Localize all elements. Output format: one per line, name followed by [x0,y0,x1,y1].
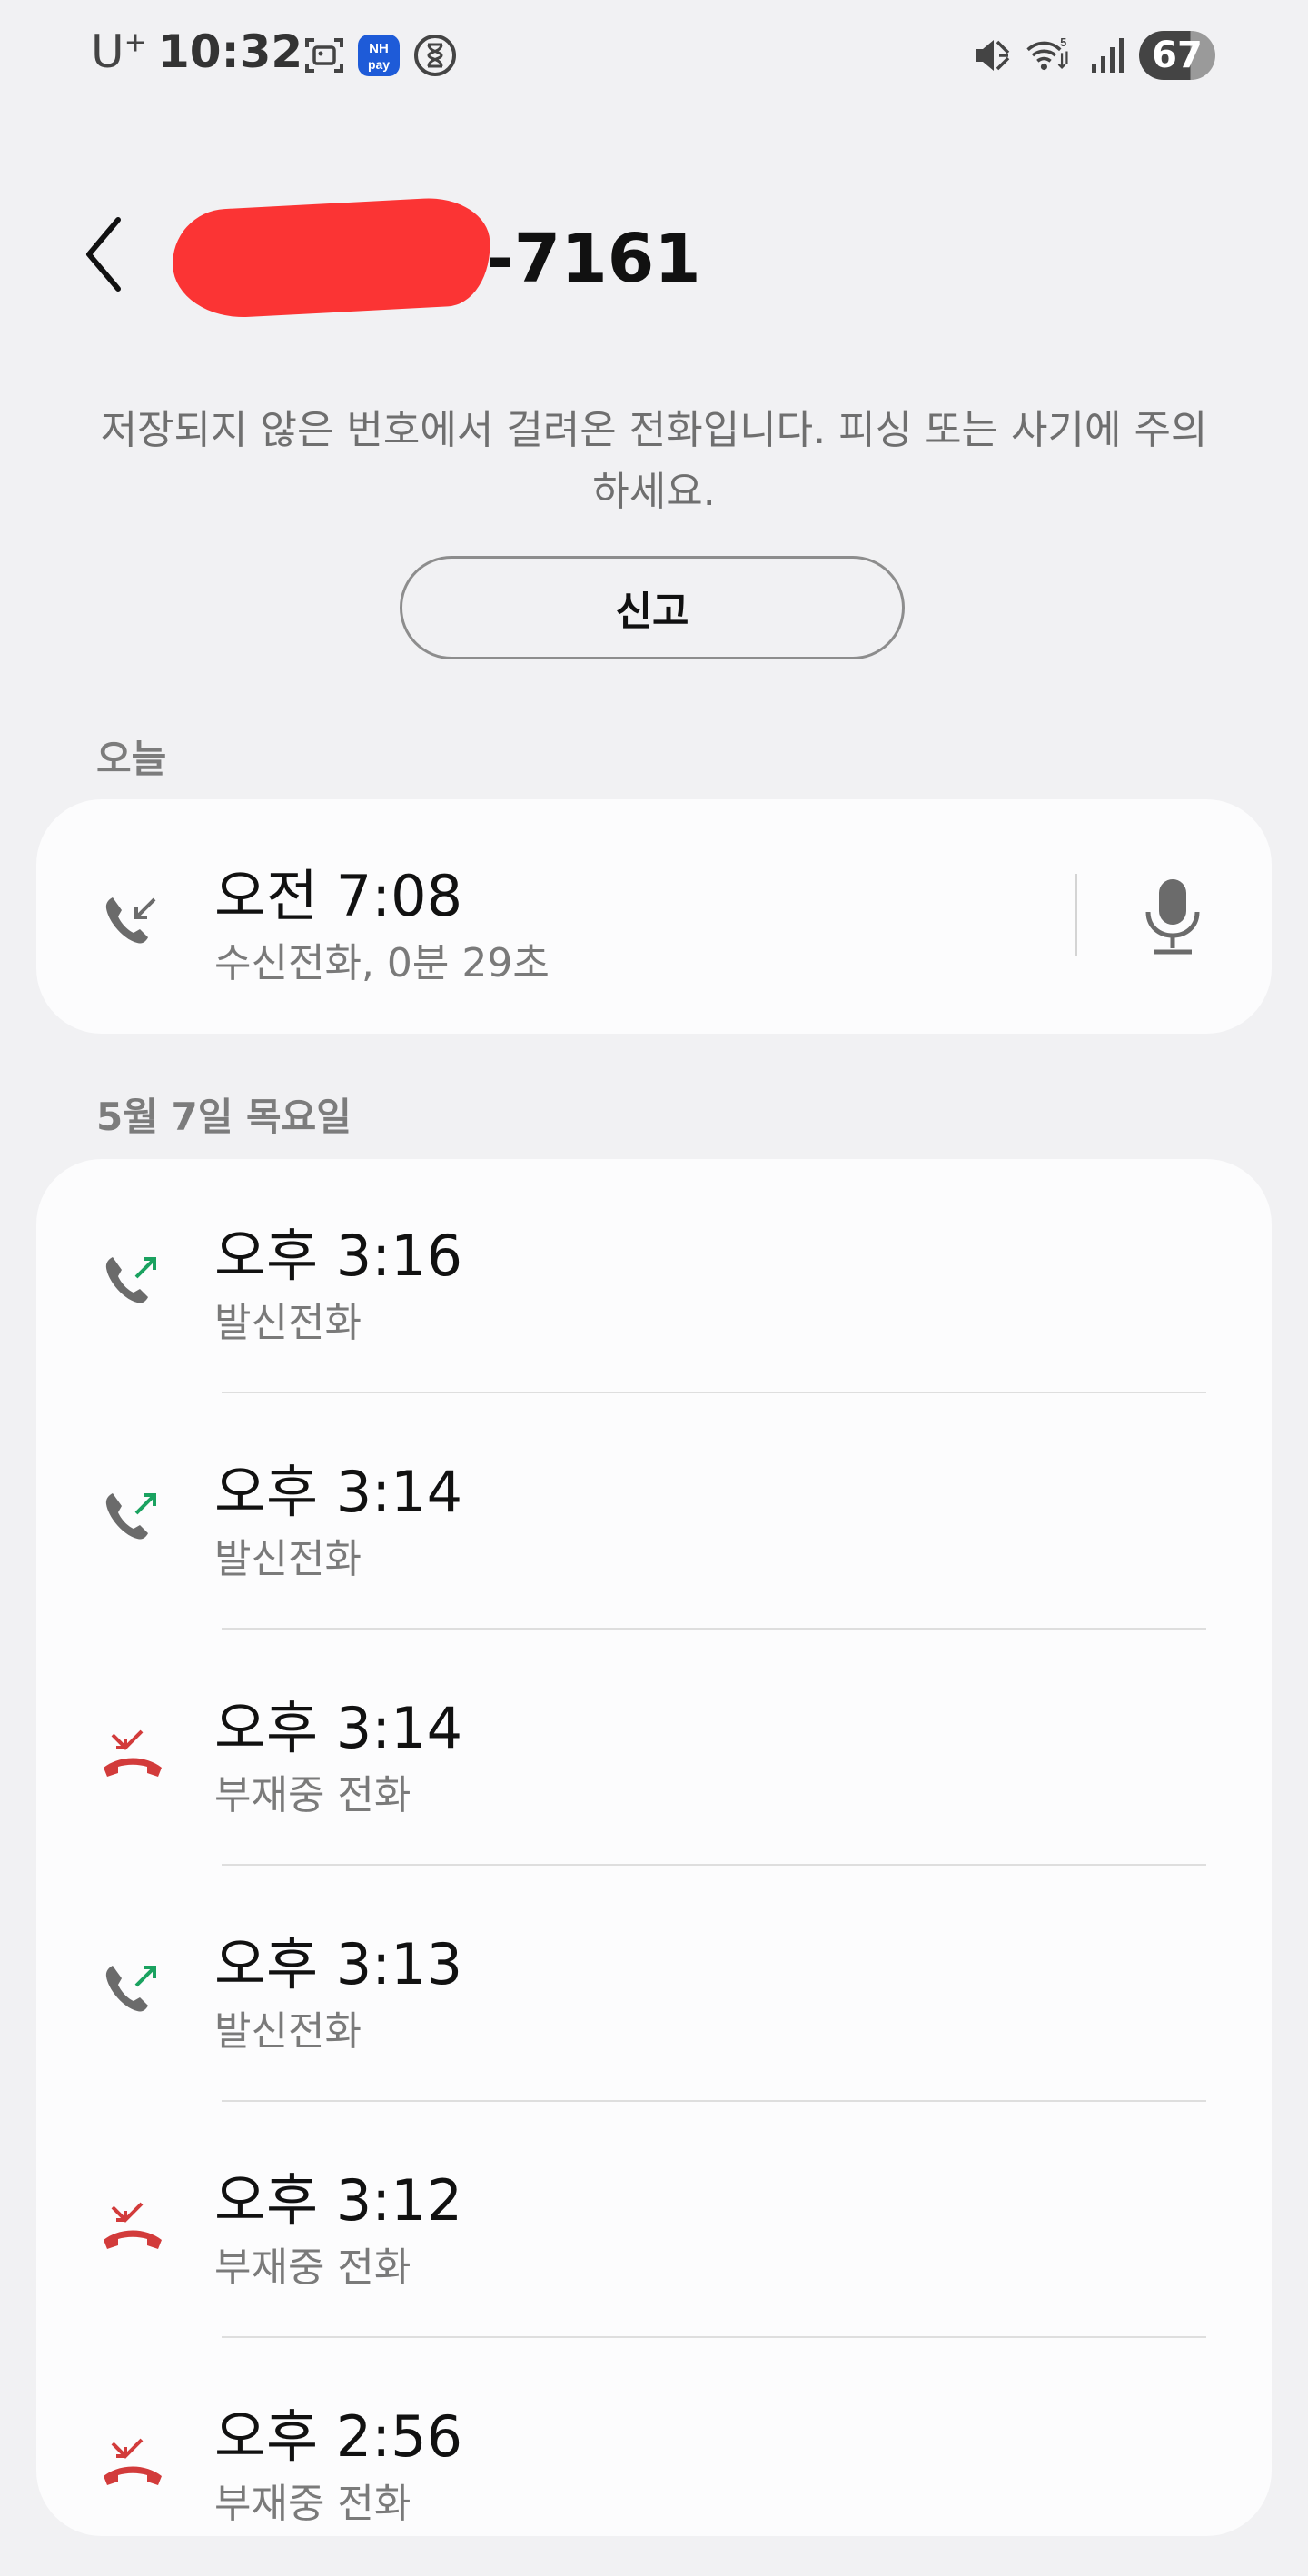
signal-icon [1092,38,1124,73]
row-divider [222,1864,1206,1866]
redaction-mark [170,194,493,322]
hourglass-icon [414,35,456,76]
nh-pay-icon: NH pay [358,35,400,76]
call-type: 부재중 전화 [214,1772,411,1818]
back-chevron-icon[interactable] [76,207,134,302]
call-row[interactable]: 오후 3:14 발신전화 [36,1395,1272,1631]
svg-text:pay: pay [368,57,390,72]
call-time: 오후 3:13 [214,1931,463,1997]
wifi-icon: 5 [1026,36,1068,71]
row-divider [222,2336,1206,2338]
svg-text:NH: NH [369,41,389,56]
call-type: 발신전화 [214,2008,362,2055]
row-divider [222,1628,1206,1630]
call-time: 오후 3:12 [214,2167,463,2234]
call-row[interactable]: 오후 3:13 발신전화 [36,1868,1272,2104]
call-row[interactable]: 오전 7:08 수신전화, 0분 29초 [36,799,1272,1034]
call-card-today: 오전 7:08 수신전화, 0분 29초 [36,799,1272,1034]
call-time: 오후 3:14 [214,1459,463,1525]
section-label-today: 오늘 [96,737,167,781]
screenshot-icon [305,38,343,73]
carrier-label: U+ [91,25,147,78]
call-row[interactable]: 오후 3:16 발신전화 [36,1159,1272,1395]
call-card-may7: 오후 3:16 발신전화 오후 3:14 발신전화 오후 3:14 부재중 전화… [36,1159,1272,2536]
call-time: 오후 3:16 [214,1223,463,1289]
call-time: 오후 2:56 [214,2403,463,2470]
outgoing-call-icon [105,1257,156,1303]
status-time: 10:32 [158,25,303,78]
incoming-call-icon [105,897,156,944]
row-separator [1075,874,1077,956]
missed-call-icon [104,2202,162,2249]
row-divider [222,1392,1206,1393]
report-button[interactable]: 신고 [400,556,905,659]
microphone-icon[interactable] [1132,872,1214,963]
phone-number-suffix: -7161 [486,220,701,298]
row-divider [222,2100,1206,2102]
call-row[interactable]: 오후 3:14 부재중 전화 [36,1631,1272,1868]
unsaved-number-warning: 저장되지 않은 번호에서 걸려온 전화입니다. 피싱 또는 사기에 주의하세요. [100,407,1208,515]
call-type: 부재중 전화 [214,2244,411,2291]
call-type: 발신전화 [214,1300,362,1346]
section-label-may7: 5월 7일 목요일 [96,1095,352,1139]
mute-icon [976,40,1010,71]
call-type: 부재중 전화 [214,2481,411,2527]
outgoing-call-icon [105,1493,156,1540]
missed-call-icon [104,1729,162,1777]
contact-title: -7161 [170,194,808,322]
status-bar: U+ 10:32 NH pay 5 67 [0,0,1308,113]
svg-text:5: 5 [1060,36,1066,49]
missed-call-icon [104,2438,162,2485]
call-row[interactable]: 오후 2:56 부재중 전화 [36,2340,1272,2576]
call-type: 발신전화 [214,1536,362,1582]
call-time: 오후 3:14 [214,1695,463,1761]
outgoing-call-icon [105,1966,156,2012]
call-type: 수신전화, 0분 29초 [214,940,550,986]
call-row[interactable]: 오후 3:12 부재중 전화 [36,2104,1272,2340]
battery-icon: 67 [1139,31,1215,80]
call-time: 오전 7:08 [214,863,463,929]
